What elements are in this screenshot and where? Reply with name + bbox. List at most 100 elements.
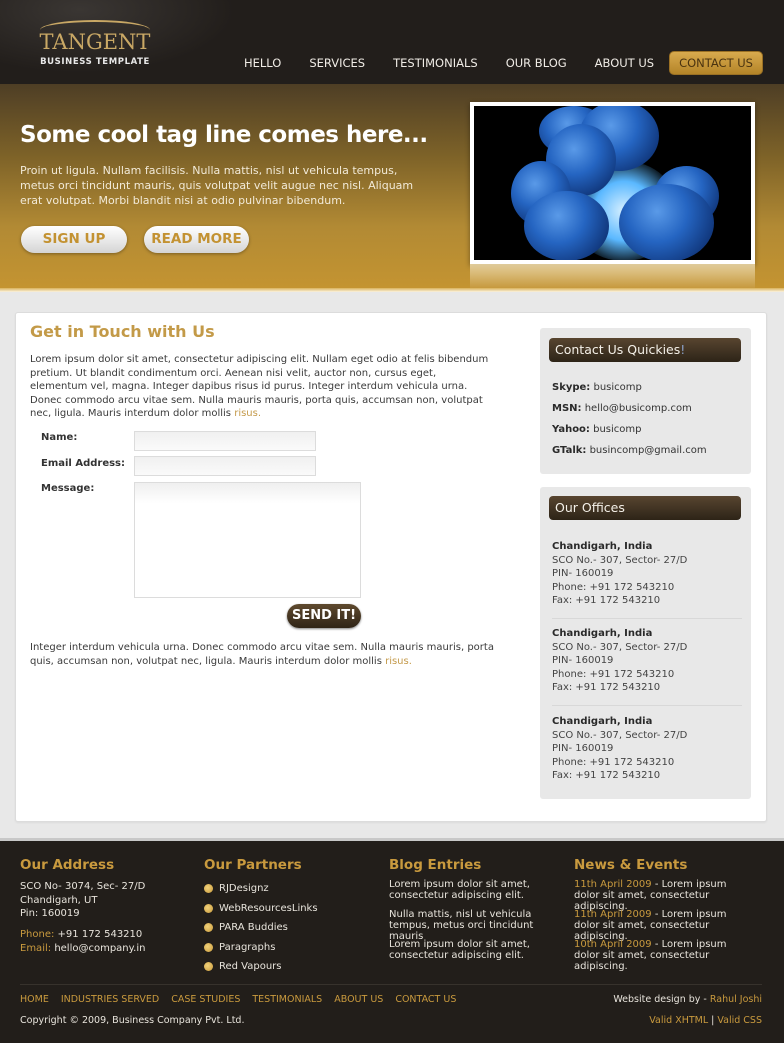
partner-label: RJDesignz (219, 883, 269, 894)
hero-tagline: Some cool tag line comes here... (20, 122, 428, 148)
hero-divider (0, 288, 784, 292)
address-line: Pin: 160019 (20, 908, 80, 919)
section-title: Get in Touch with Us (30, 322, 215, 341)
sign-up-button[interactable]: SIGN UP (21, 226, 127, 253)
credit-prefix: Website design by - (613, 994, 710, 1005)
email-input[interactable] (134, 456, 316, 476)
contact-skype: Skype: busicomp (552, 382, 642, 393)
news-item: 11th April 2009 - Lorem ipsum dolor sit … (574, 909, 754, 942)
office-entry: Chandigarh, India SCO No.- 307, Sector- … (552, 540, 742, 608)
header: TANGENT BUSINESS TEMPLATE HELLO SERVICES… (0, 0, 784, 84)
office-phone: Phone: +91 172 543210 (552, 668, 675, 680)
footer-address-title: Our Address (20, 857, 115, 873)
phone-label: Phone: (20, 929, 55, 940)
bullet-icon (204, 904, 213, 913)
nav-hello[interactable]: HELLO (244, 52, 281, 74)
outro-risus-link[interactable]: risus. (385, 656, 412, 667)
footer-blog-title: Blog Entries (389, 857, 482, 873)
office-entry: Chandigarh, India SCO No.- 307, Sector- … (552, 715, 742, 783)
contact-label: Skype: (552, 382, 591, 393)
contact-value: hello@busicomp.com (584, 403, 692, 414)
valid-xhtml-link[interactable]: Valid XHTML (649, 1015, 708, 1026)
send-button[interactable]: SEND IT! (287, 604, 361, 628)
footer-link-contact[interactable]: CONTACT US (395, 994, 456, 1005)
contact-yahoo: Yahoo: busicomp (552, 424, 642, 435)
read-more-button[interactable]: READ MORE (144, 226, 249, 253)
footer-link-case-studies[interactable]: CASE STUDIES (171, 994, 240, 1005)
contact-quickies-heading: Contact Us Quickies! (549, 338, 741, 362)
contact-value: busicomp (593, 382, 642, 393)
validation-links: Valid XHTML | Valid CSS (649, 1015, 762, 1026)
partner-label: PARA Buddies (219, 922, 288, 933)
news-item: 10th April 2009 - Lorem ipsum dolor sit … (574, 939, 754, 972)
footer-contact: Phone: +91 172 543210 Email: hello@compa… (20, 928, 145, 955)
nav-services[interactable]: SERVICES (309, 52, 365, 74)
office-city: Chandigarh, India (552, 716, 653, 727)
partner-link[interactable]: Red Vapours (204, 961, 282, 972)
contact-label: GTalk: (552, 445, 587, 456)
name-input[interactable] (134, 431, 316, 451)
office-address: SCO No.- 307, Sector- 27/D (552, 641, 688, 653)
hero-text: Proin ut ligula. Nullam facilisis. Nulla… (20, 164, 414, 207)
design-credit: Website design by - Rahul Joshi (613, 994, 762, 1005)
message-textarea[interactable] (134, 482, 361, 598)
partner-link[interactable]: WebResourcesLinks (204, 903, 318, 914)
office-fax: Fax: +91 172 543210 (552, 595, 661, 606)
partner-link[interactable]: Paragraphs (204, 942, 275, 953)
office-phone: Phone: +91 172 543210 (552, 756, 675, 768)
bullet-icon (204, 943, 213, 952)
hero-image (470, 102, 755, 264)
office-divider (552, 705, 742, 706)
contact-label: Yahoo: (552, 424, 590, 435)
logo[interactable]: TANGENT BUSINESS TEMPLATE (38, 20, 152, 70)
contact-msn: MSN: hello@busicomp.com (552, 403, 692, 414)
footer-nav: HOME INDUSTRIES SERVED CASE STUDIES TEST… (20, 994, 468, 1005)
logo-title: TANGENT (39, 30, 151, 54)
blog-entry[interactable]: Lorem ipsum dolor sit amet, consectetur … (389, 939, 564, 961)
office-pin: PIN- 160019 (552, 655, 614, 666)
news-date[interactable]: 10th April 2009 (574, 939, 652, 950)
intro-paragraph: Lorem ipsum dolor sit amet, consectetur … (30, 353, 495, 421)
contact-quickies-box: Contact Us Quickies! Skype: busicomp MSN… (540, 328, 751, 474)
footer-link-about[interactable]: ABOUT US (334, 994, 383, 1005)
blog-entry[interactable]: Lorem ipsum dolor sit amet, consectetur … (389, 879, 564, 901)
office-city: Chandigarh, India (552, 541, 653, 552)
office-pin: PIN- 160019 (552, 743, 614, 754)
partner-link[interactable]: PARA Buddies (204, 922, 288, 933)
partner-label: Red Vapours (219, 961, 282, 972)
office-city: Chandigarh, India (552, 628, 653, 639)
nav-contact-us[interactable]: CONTACT US (669, 51, 763, 75)
address-line: Chandigarh, UT (20, 894, 98, 906)
footer-link-testimonials[interactable]: TESTIMONIALS (252, 994, 322, 1005)
contact-quickies-excl: ! (680, 342, 686, 357)
nav-testimonials[interactable]: TESTIMONIALS (393, 52, 478, 74)
footer-divider (20, 984, 762, 985)
partner-label: WebResourcesLinks (219, 903, 318, 914)
footer-link-industries[interactable]: INDUSTRIES SERVED (61, 994, 159, 1005)
contact-value: busicomp (593, 424, 642, 435)
partner-link[interactable]: RJDesignz (204, 883, 269, 894)
news-date[interactable]: 11th April 2009 (574, 879, 652, 890)
office-pin: PIN- 160019 (552, 568, 614, 579)
contact-label: MSN: (552, 403, 582, 414)
bullet-icon (204, 884, 213, 893)
news-item: 11th April 2009 - Lorem ipsum dolor sit … (574, 879, 754, 912)
office-phone: Phone: +91 172 543210 (552, 581, 675, 593)
nav-about-us[interactable]: ABOUT US (595, 52, 654, 74)
footer-link-home[interactable]: HOME (20, 994, 49, 1005)
credit-link[interactable]: Rahul Joshi (710, 994, 762, 1005)
name-label: Name: (41, 432, 78, 443)
valid-css-link[interactable]: Valid CSS (717, 1015, 762, 1026)
address-line: SCO No- 3074, Sec- 27/D (20, 881, 146, 892)
outro-text: Integer interdum vehicula urna. Donec co… (30, 642, 494, 667)
email-value[interactable]: hello@company.in (54, 943, 145, 954)
news-date[interactable]: 11th April 2009 (574, 909, 652, 920)
intro-risus-link[interactable]: risus. (234, 408, 261, 419)
nav-our-blog[interactable]: OUR BLOG (506, 52, 567, 74)
separator: | (708, 1015, 718, 1026)
hero-image-reflection (470, 264, 755, 288)
partner-label: Paragraphs (219, 942, 276, 953)
copyright: Copyright © 2009, Business Company Pvt. … (20, 1015, 245, 1026)
email-label: Email: (20, 942, 52, 954)
blog-entry[interactable]: Nulla mattis, nisl ut vehicula tempus, m… (389, 909, 564, 942)
